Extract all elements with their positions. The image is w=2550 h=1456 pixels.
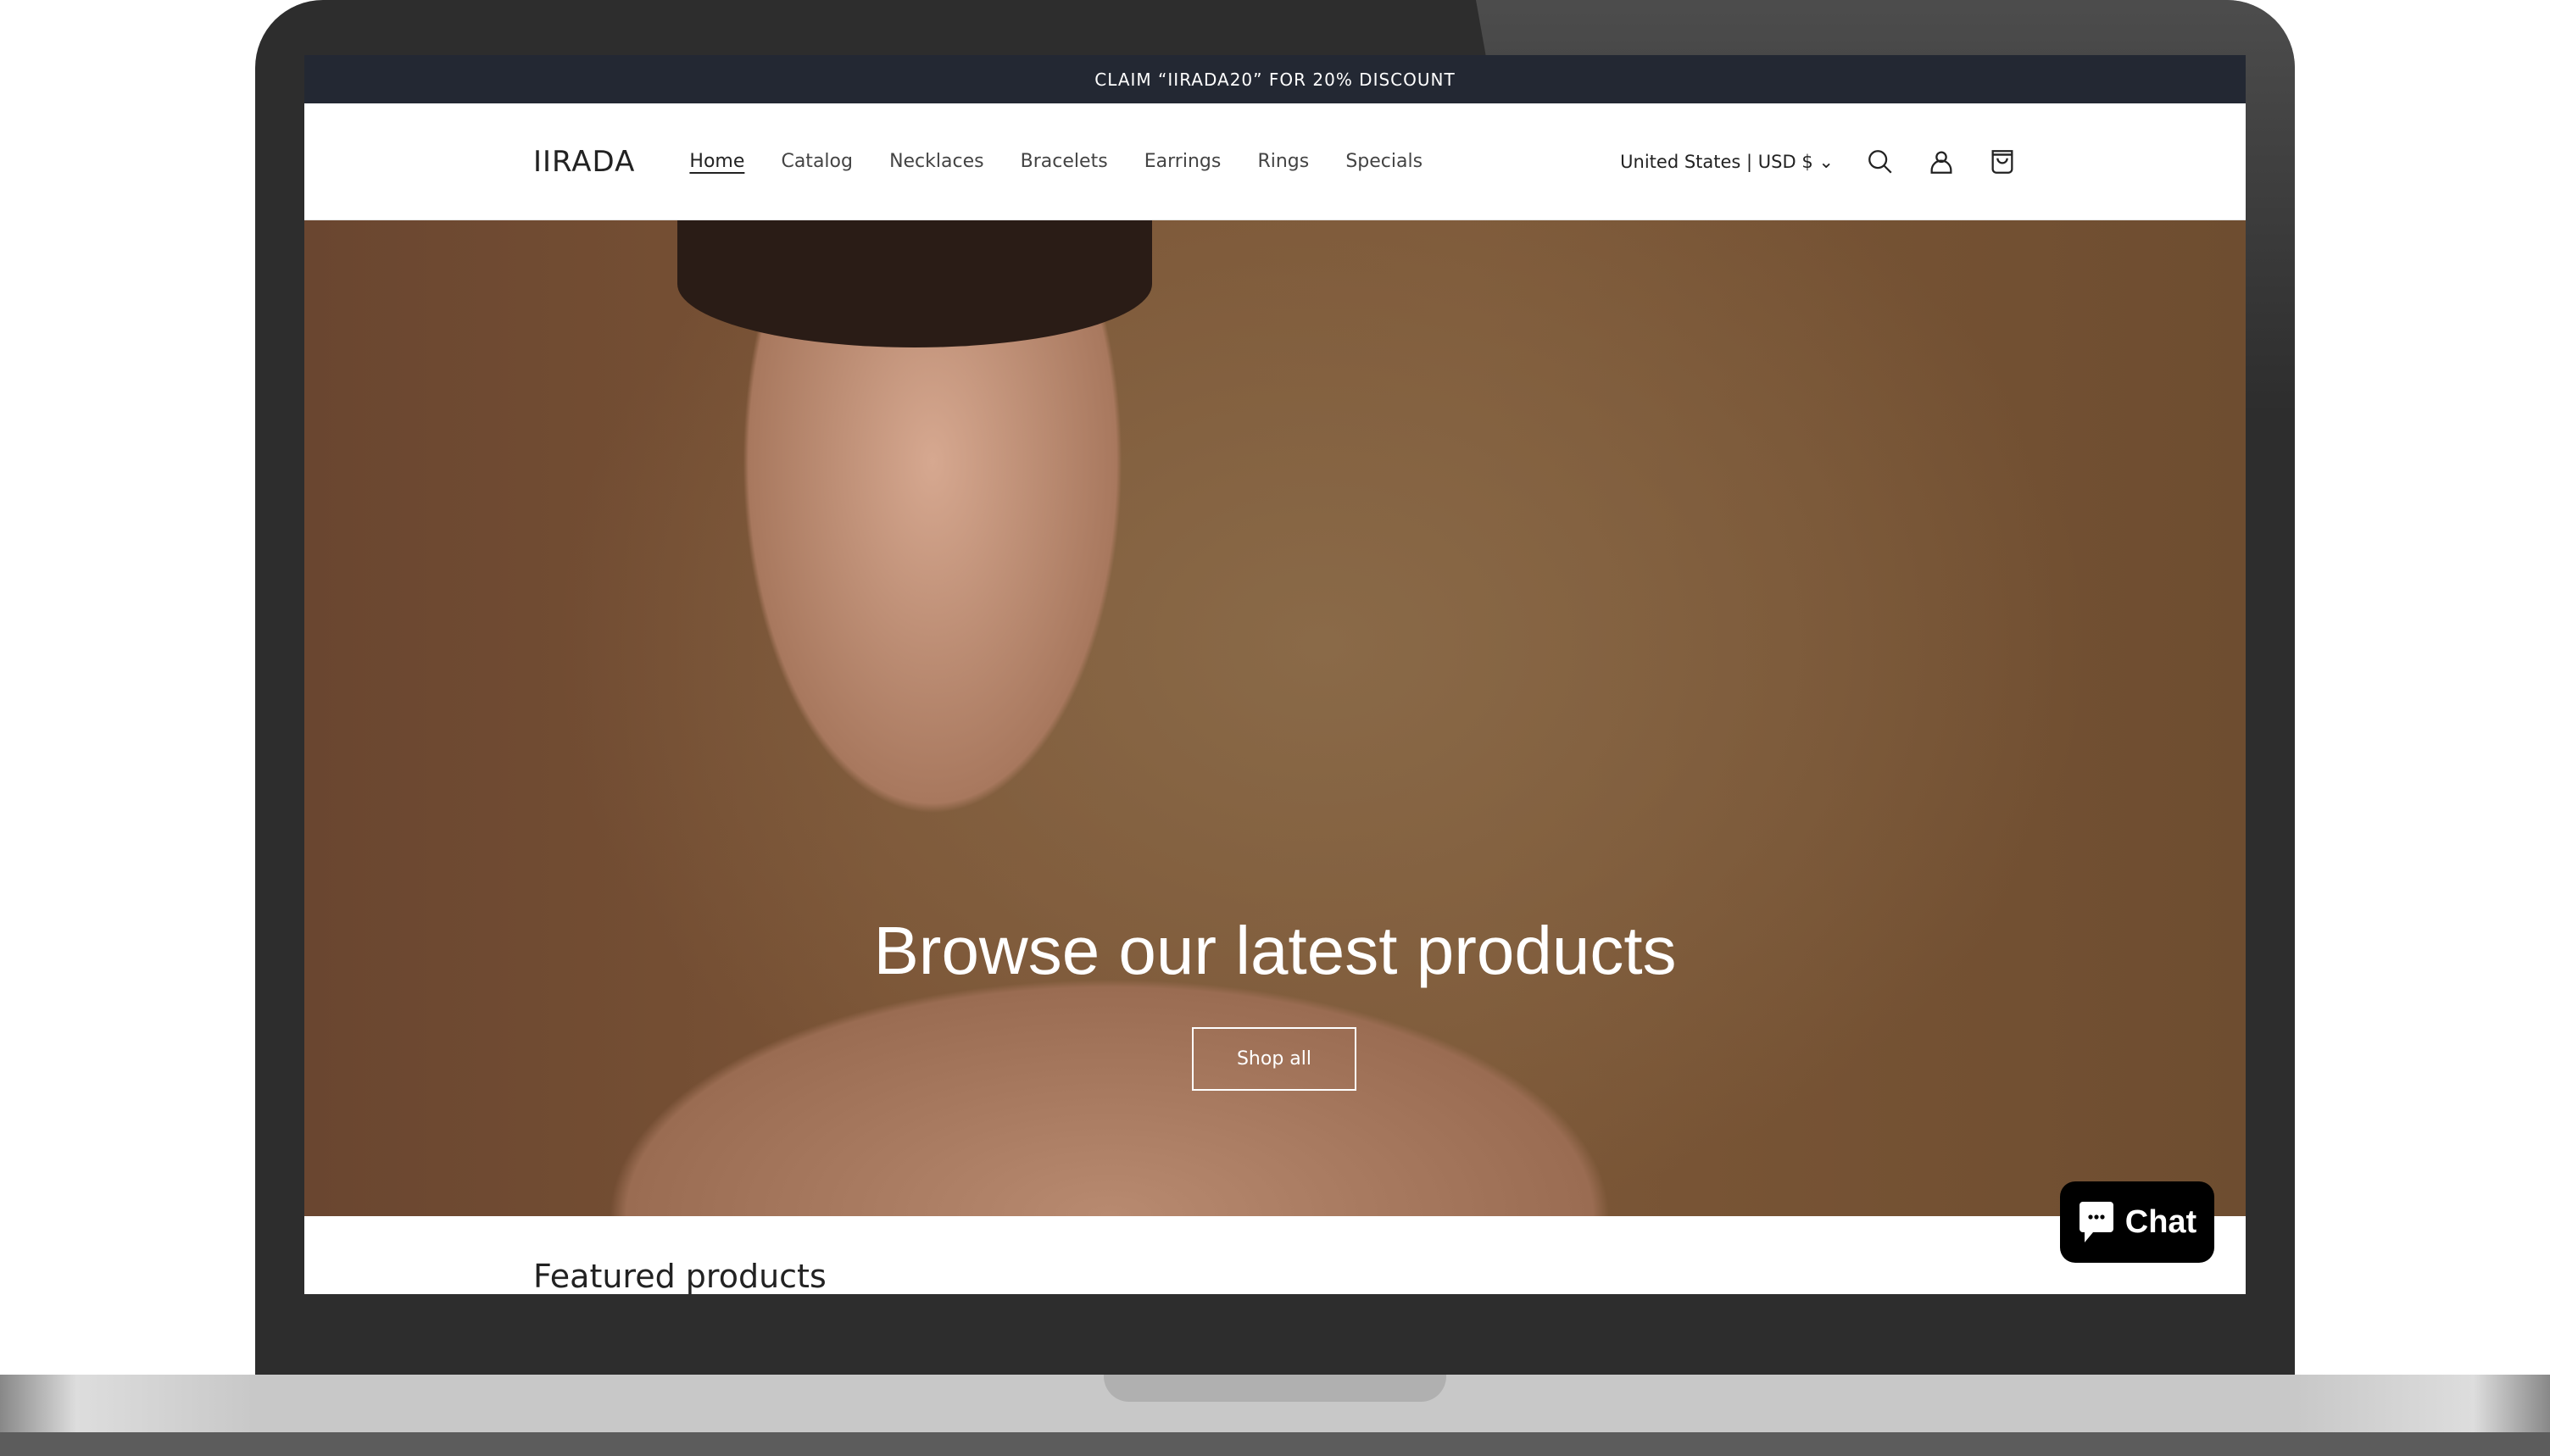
chat-bubble-icon xyxy=(2079,1202,2113,1242)
locale-selector[interactable]: United States | USD $ ⌄ xyxy=(1620,152,1834,172)
announcement-bar: CLAIM “IIRADA20” FOR 20% DISCOUNT xyxy=(304,55,2246,103)
laptop-base-shadow xyxy=(0,1432,2550,1456)
locale-label: United States | USD $ xyxy=(1620,151,1813,172)
chevron-down-icon: ⌄ xyxy=(1818,151,1834,172)
chat-label: Chat xyxy=(2124,1203,2197,1240)
nav-necklaces[interactable]: Necklaces xyxy=(889,151,984,172)
nav-home[interactable]: Home xyxy=(689,151,744,172)
nav-catalog[interactable]: Catalog xyxy=(781,151,853,172)
main-nav: Home Catalog Necklaces Bracelets Earring… xyxy=(689,151,1455,172)
browser-screen: CLAIM “IIRADA20” FOR 20% DISCOUNT IIRADA… xyxy=(304,55,2246,1294)
nav-rings[interactable]: Rings xyxy=(1257,151,1309,172)
site-header: IIRADA Home Catalog Necklaces Bracelets … xyxy=(304,103,2246,220)
nav-bracelets[interactable]: Bracelets xyxy=(1021,151,1108,172)
hero-title: Browse our latest products xyxy=(873,913,1677,988)
search-icon[interactable] xyxy=(1866,147,1895,176)
shop-all-button[interactable]: Shop all xyxy=(1192,1027,1356,1091)
logo[interactable]: IIRADA xyxy=(533,145,635,179)
hero-banner: Browse our latest products Shop all xyxy=(304,220,2246,1216)
nav-earrings[interactable]: Earrings xyxy=(1144,151,1222,172)
chat-button[interactable]: Chat xyxy=(2060,1181,2214,1263)
hero-image-hair xyxy=(677,220,1152,347)
featured-heading: Featured products xyxy=(533,1258,827,1294)
cart-icon[interactable] xyxy=(1988,147,2017,176)
laptop-notch xyxy=(1104,1375,1446,1402)
account-icon[interactable] xyxy=(1927,147,1956,176)
nav-specials[interactable]: Specials xyxy=(1345,151,1423,172)
